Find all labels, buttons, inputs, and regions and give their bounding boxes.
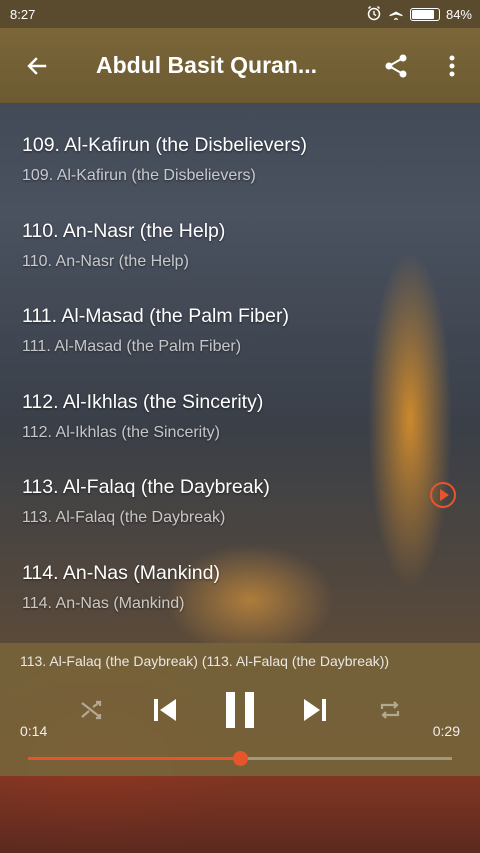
battery-fill [411,9,434,19]
skip-next-icon [304,699,326,721]
item-subtitle: 110. An-Nasr (the Help) [22,252,189,270]
now-playing-title: 113. Al-Falaq (the Daybreak) (113. Al-Fa… [20,653,390,669]
battery-icon [409,7,440,21]
item-subtitle: 114. An-Nas (Mankind) [22,594,185,612]
shuffle-icon [81,700,102,720]
item-subtitle: 111. Al-Masad (the Palm Fiber) [22,338,242,355]
more-vert-icon [449,55,455,76]
skip-previous-icon [154,699,176,721]
battery-percent: 84% [445,6,472,22]
next-button[interactable] [294,687,336,733]
repeat-icon [380,701,400,719]
airplane-mode-icon [388,5,404,24]
app-bar: Abdul Basit Quran... [0,28,480,103]
item-title: 114. An-Nas (Mankind) [22,561,220,584]
player-panel: 113. Al-Falaq (the Daybreak) (113. Al-Fa… [0,643,480,776]
list-item-partial [0,103,480,128]
list-item[interactable]: 111. Al-Masad (the Palm Fiber) 111. Al-M… [0,299,480,385]
back-button[interactable] [0,28,74,103]
item-title: 112. Al-Ikhlas (the Sincerity) [22,390,264,413]
alarm-icon [366,5,382,24]
repeat-button[interactable] [370,687,410,733]
seek-progress [28,757,240,760]
total-time: 0:29 [432,723,460,739]
item-subtitle: 109. Al-Kafirun (the Disbelievers) [22,167,256,184]
shuffle-button[interactable] [72,687,112,733]
pause-button[interactable] [216,687,264,733]
share-icon [385,54,407,77]
pause-icon [226,692,254,728]
player-controls [0,687,480,733]
status-bar: 8:27 84% [0,0,480,28]
share-button[interactable] [368,28,424,103]
overflow-menu-button[interactable] [424,28,480,103]
item-title: 110. An-Nasr (the Help) [22,219,226,242]
item-title: 113. Al-Falaq (the Daybreak) [22,476,270,498]
now-playing-icon [430,482,456,508]
status-icons: 84% [366,5,472,24]
seek-bar[interactable] [28,751,452,766]
previous-button[interactable] [144,687,186,733]
item-subtitle: 113. Al-Falaq (the Daybreak) [22,509,226,526]
list-item[interactable]: 114. An-Nas (Mankind) 114. An-Nas (Manki… [0,556,480,642]
list-item-playing[interactable]: 113. Al-Falaq (the Daybreak) 113. Al-Fal… [0,470,480,556]
status-time: 8:27 [10,6,36,22]
background-footer [0,776,480,853]
item-title: 109. Al-Kafirun (the Disbelievers) [22,134,308,156]
arrow-left-icon [27,56,47,75]
item-title: 111. Al-Masad (the Palm Fiber) [22,305,289,327]
list-item[interactable]: 109. Al-Kafirun (the Disbelievers) 109. … [0,128,480,214]
list-item[interactable]: 110. An-Nasr (the Help) 110. An-Nasr (th… [0,214,480,300]
item-subtitle: 112. Al-Ikhlas (the Sincerity) [22,423,221,441]
page-title: Abdul Basit Quran... [96,52,318,78]
list-item[interactable]: 112. Al-Ikhlas (the Sincerity) 112. Al-I… [0,385,480,471]
seek-thumb[interactable] [233,751,248,766]
elapsed-time: 0:14 [20,723,48,739]
surah-list[interactable]: 109. Al-Kafirun (the Disbelievers) 109. … [0,103,480,643]
